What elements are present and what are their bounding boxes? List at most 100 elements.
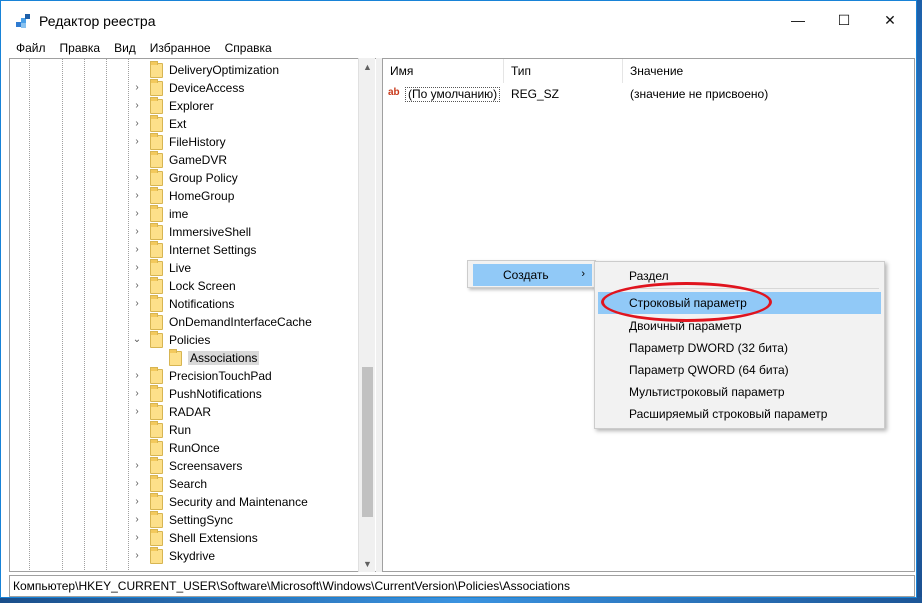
- expand-icon[interactable]: ›: [132, 533, 142, 543]
- tree-item[interactable]: › FileHistory: [10, 133, 360, 151]
- tree-item[interactable]: OnDemandInterfaceCache: [10, 313, 360, 331]
- tree-item-label: Notifications: [169, 297, 235, 311]
- tree-item[interactable]: GameDVR: [10, 151, 360, 169]
- tree-item[interactable]: › Notifications: [10, 295, 360, 313]
- menu-help[interactable]: Справка: [218, 41, 279, 55]
- tree-scrollbar[interactable]: ▲ ▼: [358, 58, 375, 572]
- expand-icon[interactable]: ›: [132, 101, 142, 111]
- tree-item[interactable]: › ime: [10, 205, 360, 223]
- tree-item[interactable]: RunOnce: [10, 439, 360, 457]
- title-bar[interactable]: Редактор реестра — ☐ ✕: [1, 1, 916, 39]
- expand-icon[interactable]: ›: [132, 191, 142, 201]
- tree-item[interactable]: ⌄ Policies: [10, 331, 360, 349]
- scroll-up-icon[interactable]: ▲: [359, 58, 376, 75]
- column-type-label: Тип: [511, 64, 532, 78]
- tree-item[interactable]: Associations: [10, 349, 360, 367]
- tree-item[interactable]: › Internet Settings: [10, 241, 360, 259]
- tree-item[interactable]: › Lock Screen: [10, 277, 360, 295]
- folder-icon: [150, 79, 163, 96]
- tree-item-label: Internet Settings: [169, 243, 257, 257]
- folder-icon: [150, 169, 163, 186]
- expand-icon[interactable]: ›: [132, 245, 142, 255]
- tree-item[interactable]: › Screensavers: [10, 457, 360, 475]
- submenu-separator: [625, 288, 879, 289]
- tree-item-label: Skydrive: [169, 549, 216, 563]
- expand-icon[interactable]: ›: [132, 371, 142, 381]
- menu-file[interactable]: Файл: [9, 41, 53, 55]
- expand-icon[interactable]: ›: [132, 209, 142, 219]
- tree-item[interactable]: › HomeGroup: [10, 187, 360, 205]
- folder-icon: [150, 529, 163, 546]
- expand-icon[interactable]: ›: [132, 479, 142, 489]
- expand-icon[interactable]: ›: [132, 83, 142, 93]
- tree-item[interactable]: › Ext: [10, 115, 360, 133]
- column-header-value[interactable]: Значение: [623, 59, 823, 83]
- tree-item[interactable]: › Shell Extensions: [10, 529, 360, 547]
- context-create-label: Создать: [503, 268, 549, 282]
- tree-item[interactable]: Run: [10, 421, 360, 439]
- minimize-button[interactable]: —: [775, 1, 821, 39]
- value-name: (По умолчанию): [405, 87, 501, 102]
- tree-item[interactable]: › Security and Maintenance: [10, 493, 360, 511]
- tree-item[interactable]: › Live: [10, 259, 360, 277]
- tree-item[interactable]: › Group Policy: [10, 169, 360, 187]
- folder-icon: [150, 475, 163, 492]
- tree-item[interactable]: › PrecisionTouchPad: [10, 367, 360, 385]
- tree-item-label: Live: [169, 261, 192, 275]
- submenu-item-key[interactable]: Раздел: [598, 265, 881, 287]
- expand-icon[interactable]: ›: [132, 281, 142, 291]
- expand-icon[interactable]: ›: [132, 551, 142, 561]
- column-value-label: Значение: [630, 64, 684, 78]
- menu-edit[interactable]: Правка: [53, 41, 108, 55]
- expand-icon[interactable]: ›: [132, 461, 142, 471]
- tree-item[interactable]: DeliveryOptimization: [10, 61, 360, 79]
- tree-item-label: FileHistory: [169, 135, 226, 149]
- expand-icon[interactable]: ›: [132, 407, 142, 417]
- submenu-item-string-value[interactable]: Строковый параметр: [598, 292, 881, 314]
- folder-icon: [150, 493, 163, 510]
- submenu-item-expandable-string-value[interactable]: Расширяемый строковый параметр: [598, 403, 881, 425]
- window-title: Редактор реестра: [39, 13, 156, 29]
- tree-item[interactable]: › DeviceAccess: [10, 79, 360, 97]
- expand-icon[interactable]: ›: [132, 119, 142, 129]
- expand-icon[interactable]: ›: [132, 263, 142, 273]
- expand-icon[interactable]: ›: [132, 389, 142, 399]
- folder-icon: [150, 547, 163, 564]
- scroll-down-icon[interactable]: ▼: [359, 555, 376, 572]
- menu-bar: Файл Правка Вид Избранное Справка: [1, 39, 916, 57]
- expand-icon[interactable]: ›: [132, 173, 142, 183]
- expand-icon[interactable]: ›: [132, 227, 142, 237]
- menu-view[interactable]: Вид: [107, 41, 143, 55]
- tree-item[interactable]: › RADAR: [10, 403, 360, 421]
- folder-icon: [150, 385, 163, 402]
- tree-item-label: GameDVR: [169, 153, 228, 167]
- submenu-item-multistring-value[interactable]: Мультистроковый параметр: [598, 381, 881, 403]
- tree-item[interactable]: › Search: [10, 475, 360, 493]
- tree-item-label: SettingSync: [169, 513, 234, 527]
- tree-item[interactable]: › Skydrive: [10, 547, 360, 565]
- collapse-icon[interactable]: ⌄: [132, 335, 142, 345]
- expand-icon[interactable]: ›: [132, 299, 142, 309]
- tree-item[interactable]: › PushNotifications: [10, 385, 360, 403]
- expand-icon[interactable]: ›: [132, 137, 142, 147]
- column-header-type[interactable]: Тип: [504, 59, 623, 83]
- close-icon: ✕: [884, 11, 896, 28]
- list-item[interactable]: ab (По умолчанию) REG_SZ (значение не пр…: [383, 85, 914, 103]
- registry-tree[interactable]: DeliveryOptimization › DeviceAccess › Explor…: [9, 58, 376, 572]
- tree-item[interactable]: › SettingSync: [10, 511, 360, 529]
- column-header-name[interactable]: Имя: [383, 59, 504, 83]
- maximize-button[interactable]: ☐: [821, 1, 867, 39]
- submenu-arrow-icon: ›: [581, 268, 585, 280]
- submenu-item-binary-value[interactable]: Двоичный параметр: [598, 315, 881, 337]
- submenu-item-label: Параметр DWORD (32 бита): [629, 341, 788, 355]
- scrollbar-thumb[interactable]: [362, 367, 373, 517]
- menu-favorites[interactable]: Избранное: [143, 41, 218, 55]
- context-create-item[interactable]: Создать ›: [473, 264, 592, 286]
- expand-icon[interactable]: ›: [132, 515, 142, 525]
- expand-icon[interactable]: ›: [132, 497, 142, 507]
- close-button[interactable]: ✕: [867, 1, 913, 39]
- submenu-item-qword-value[interactable]: Параметр QWORD (64 бита): [598, 359, 881, 381]
- tree-item[interactable]: › Explorer: [10, 97, 360, 115]
- submenu-item-dword-value[interactable]: Параметр DWORD (32 бита): [598, 337, 881, 359]
- tree-item[interactable]: › ImmersiveShell: [10, 223, 360, 241]
